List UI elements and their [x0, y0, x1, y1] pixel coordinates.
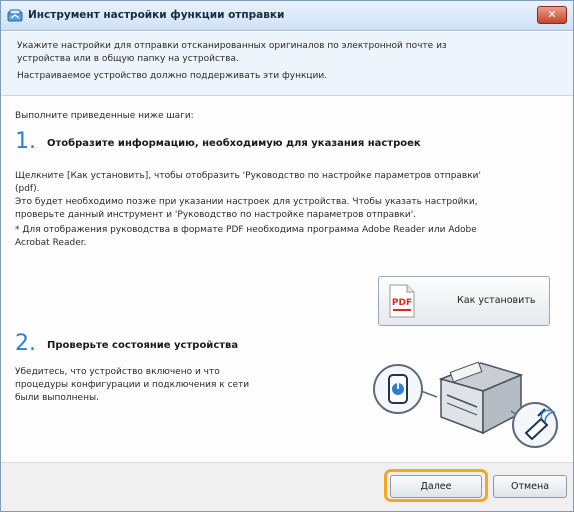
intro-line-1: Укажите настройки для отправки отсканиро…	[17, 41, 447, 51]
step-2-line-3: были выполнены.	[15, 393, 99, 403]
device-status-illustration	[373, 361, 558, 448]
intro-line-2: устройства или в общую папку на устройст…	[17, 54, 239, 64]
step-2-number: 2.	[15, 331, 36, 356]
step-1-line-5: * Для отображения руководства в формате …	[15, 225, 477, 235]
power-button-icon	[373, 364, 438, 414]
close-button[interactable]: ✕	[537, 6, 567, 24]
intro-panel: Укажите настройки для отправки отсканиро…	[1, 32, 573, 96]
step-1-line-2: (pdf).	[15, 184, 40, 194]
step-1-number: 1.	[15, 129, 36, 154]
pdf-icon: PDF	[389, 284, 415, 318]
next-button[interactable]: Далее	[390, 475, 482, 498]
step-1-title: Отобразите информацию, необходимую для у…	[47, 138, 421, 149]
app-icon	[7, 9, 23, 22]
how-to-setup-label: Как установить	[457, 295, 536, 306]
title-bar: Инструмент настройки функции отправки ✕	[1, 1, 573, 31]
step-2-line-1: Убедитесь, что устройство включено и что	[15, 367, 220, 377]
step-2-title: Проверьте состояние устройства	[47, 340, 239, 351]
step-2-line-2: процедуры конфигурации и подключения к с…	[15, 380, 250, 390]
how-to-setup-button[interactable]: PDF Как установить	[378, 276, 550, 326]
window-title: Инструмент настройки функции отправки	[28, 9, 285, 21]
steps-lead-text: Выполните приведенные ниже шаги:	[15, 111, 194, 121]
step-1-line-3: Это будет необходимо позже при указании …	[15, 197, 478, 207]
step-1-line-6: Acrobat Reader.	[15, 238, 87, 248]
step-1-line-1: Щелкните [Как установить], чтобы отобраз…	[15, 171, 481, 181]
intro-line-3: Настраиваемое устройство должно поддержи…	[17, 71, 328, 81]
cancel-button[interactable]: Отмена	[493, 475, 567, 498]
pdf-icon-label: PDF	[392, 298, 412, 308]
send-setting-tool-window: Инструмент настройки функции отправки ✕ …	[0, 0, 574, 512]
printer-icon	[438, 361, 524, 435]
step-1-line-4: проверьте данный инструмент и 'Руководст…	[15, 210, 417, 220]
close-icon: ✕	[547, 8, 557, 21]
